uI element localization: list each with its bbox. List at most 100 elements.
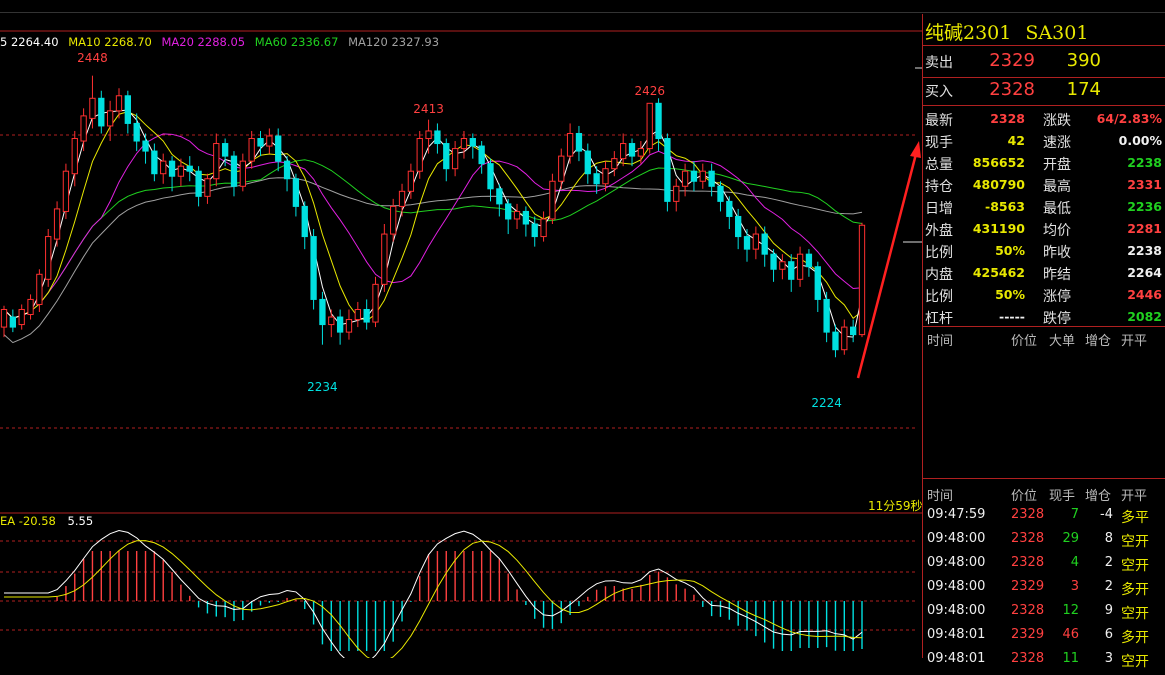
candle-body: [858, 224, 866, 336]
stat-label: 总量: [925, 157, 953, 173]
tick-type: 多平: [1121, 510, 1149, 526]
candle-body: [98, 97, 105, 127]
table-row[interactable]: 09:48:00 2329 3 2 多开: [923, 579, 1165, 603]
tick-oi-change: -4: [1100, 507, 1113, 522]
tick-type: 空开: [1121, 654, 1149, 670]
tick-volume: 11: [1062, 651, 1079, 666]
candle-body: [310, 236, 317, 300]
candle-body: [505, 203, 512, 220]
stat-value: 431190: [972, 221, 1025, 236]
tick-volume: 12: [1062, 603, 1079, 618]
table-row[interactable]: 09:47:59 2328 7 -4 多平: [923, 507, 1165, 531]
candle-body: [602, 168, 609, 185]
stat-row: 杠杆 ----- 跌停 2082: [923, 306, 1165, 328]
tick-price: 2328: [1011, 507, 1045, 522]
candle-body: [372, 283, 379, 323]
candle-body: [841, 326, 848, 351]
table-row[interactable]: 09:48:00 2328 4 2 空开: [923, 555, 1165, 579]
candle-body: [761, 233, 768, 255]
tick-oi-change: 2: [1104, 555, 1113, 570]
candle-body: [115, 95, 123, 112]
candle-body: [708, 170, 715, 187]
stat-label: 涨停: [1043, 289, 1071, 305]
candle-body: [381, 233, 388, 285]
tick-type: 多开: [1121, 582, 1149, 598]
candle-body: [611, 158, 618, 170]
macd-macd-value: 5.55: [67, 514, 94, 528]
candle-body: [717, 185, 724, 202]
kline-chart[interactable]: 2448 2413 2426 2234 2224: [0, 0, 922, 658]
table-row[interactable]: 09:48:00 2328 29 8 空开: [923, 531, 1165, 555]
stat-label: 涨跌: [1043, 113, 1071, 129]
candle-body: [513, 210, 521, 220]
stat-label: 昨收: [1043, 245, 1071, 261]
panel-title: 纯碱2301 SA301: [925, 18, 1088, 45]
ask-row[interactable]: 卖出 2329 390: [923, 50, 1165, 74]
stat-label: 均价: [1043, 223, 1071, 239]
stat-label: 杠杆: [925, 311, 953, 327]
candle-body: [416, 138, 423, 172]
candle-body: [345, 319, 353, 333]
stat-value: 42: [1007, 133, 1025, 148]
high-price-label: 2413: [413, 102, 444, 116]
tick-time: 09:48:00: [927, 531, 986, 546]
candle-body: [655, 102, 662, 140]
bar-countdown: 11分59秒: [868, 499, 923, 513]
stat-value: 2281: [1127, 221, 1162, 236]
table-row[interactable]: 09:48:00 2328 12 9 空开: [923, 603, 1165, 627]
stat-label: 内盘: [925, 267, 953, 283]
candle-body: [735, 215, 742, 238]
candle-body: [80, 115, 87, 142]
stat-label: 开盘: [1043, 157, 1071, 173]
candle-body: [89, 97, 96, 119]
tick-price: 2329: [1011, 627, 1045, 642]
candle-body: [496, 188, 503, 205]
stat-value: 50%: [995, 287, 1025, 302]
candle-body: [478, 145, 485, 165]
table-header-cell: 时间: [927, 334, 954, 349]
tick-price: 2328: [1011, 603, 1045, 618]
stat-row: 总量 856652 开盘 2238: [923, 152, 1165, 174]
high-price-label: 2448: [77, 51, 108, 65]
stat-row: 日增 -8563 最低 2236: [923, 196, 1165, 218]
ma10-legend: MA10 2268.70: [68, 35, 152, 49]
stat-label: 最低: [1043, 201, 1071, 217]
candle-body: [584, 150, 591, 175]
ask-volume: 390: [1066, 50, 1101, 71]
candle-body: [230, 155, 238, 187]
macd-legend: EA -20.58 5.55: [0, 514, 93, 528]
bid-volume: 174: [1066, 79, 1101, 100]
ma20-line: [3, 133, 863, 319]
candle-body: [469, 138, 476, 147]
candle-body: [522, 210, 530, 225]
stat-value: -8563: [985, 199, 1025, 214]
candle-body: [204, 178, 211, 197]
stat-value: 50%: [995, 243, 1025, 258]
tick-type: 空开: [1121, 558, 1149, 574]
table-row[interactable]: 09:48:01 2328 11 3 空开: [923, 651, 1165, 675]
bid-row[interactable]: 买入 2328 174: [923, 79, 1165, 103]
candle-body: [292, 178, 300, 207]
macd-dea-line: [4, 540, 863, 658]
candle-body: [275, 135, 282, 162]
stat-label: 跌停: [1043, 311, 1071, 327]
ma120-line: [3, 177, 863, 344]
candle-body: [823, 298, 830, 333]
candle-body: [257, 138, 264, 147]
tick-oi-change: 6: [1104, 627, 1113, 642]
tick-price: 2328: [1011, 555, 1045, 570]
candle-body: [566, 132, 574, 157]
table-row[interactable]: 09:48:01 2329 46 6 多开: [923, 627, 1165, 651]
stat-value: 2446: [1127, 287, 1162, 302]
tick-volume: 3: [1070, 579, 1079, 594]
candle-body: [363, 308, 370, 323]
candle-body: [71, 138, 78, 175]
candle-body: [673, 185, 680, 202]
candle-body: [266, 135, 273, 147]
candle-body: [575, 132, 583, 152]
candle-body: [221, 143, 229, 157]
stat-value: 856652: [972, 155, 1025, 170]
candle-body: [319, 298, 326, 326]
tick-oi-change: 3: [1104, 651, 1113, 666]
candle-body: [354, 308, 361, 321]
